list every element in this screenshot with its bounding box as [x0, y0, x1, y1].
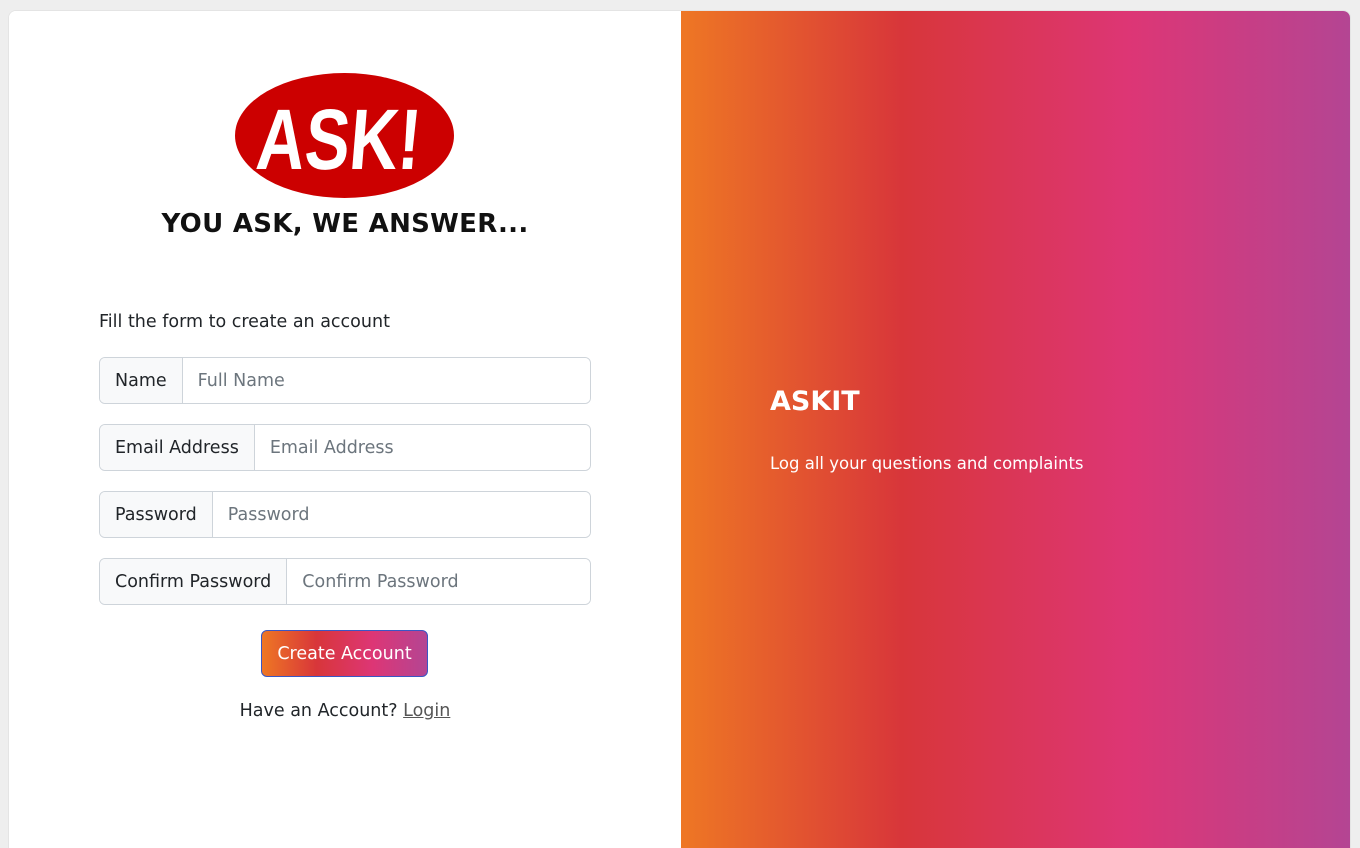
confirm-password-field[interactable] [287, 559, 590, 604]
promo-title: ASKIT [770, 386, 860, 417]
confirm-password-label: Confirm Password [100, 559, 288, 604]
promo-description: Log all your questions and complaints [770, 454, 1084, 473]
tagline: YOU ASK, WE ANSWER... [161, 209, 529, 239]
promo-panel: ASKIT Log all your questions and complai… [681, 11, 1350, 848]
ask-logo: ASK! [235, 73, 454, 198]
password-label: Password [100, 492, 213, 537]
email-input-group: Email Address [99, 424, 591, 471]
signup-panel: ASK! YOU ASK, WE ANSWER... Fill the form… [9, 11, 681, 848]
login-prompt-text: Have an Account? [239, 701, 398, 721]
password-input-group: Password [99, 491, 591, 538]
name-input-group: Name [99, 357, 591, 404]
email-field[interactable] [254, 425, 590, 470]
name-field[interactable] [182, 358, 590, 403]
login-prompt: Have an Account? Login [9, 701, 681, 721]
name-label: Name [100, 358, 183, 403]
form-intro: Fill the form to create an account [99, 312, 390, 332]
email-label: Email Address [100, 425, 255, 470]
signup-card: ASK! YOU ASK, WE ANSWER... Fill the form… [8, 10, 1351, 848]
create-account-button[interactable]: Create Account [261, 630, 428, 677]
confirm-password-input-group: Confirm Password [99, 558, 591, 605]
login-link[interactable]: Login [403, 701, 450, 721]
password-field[interactable] [212, 492, 590, 537]
logo-text: ASK! [253, 92, 425, 188]
